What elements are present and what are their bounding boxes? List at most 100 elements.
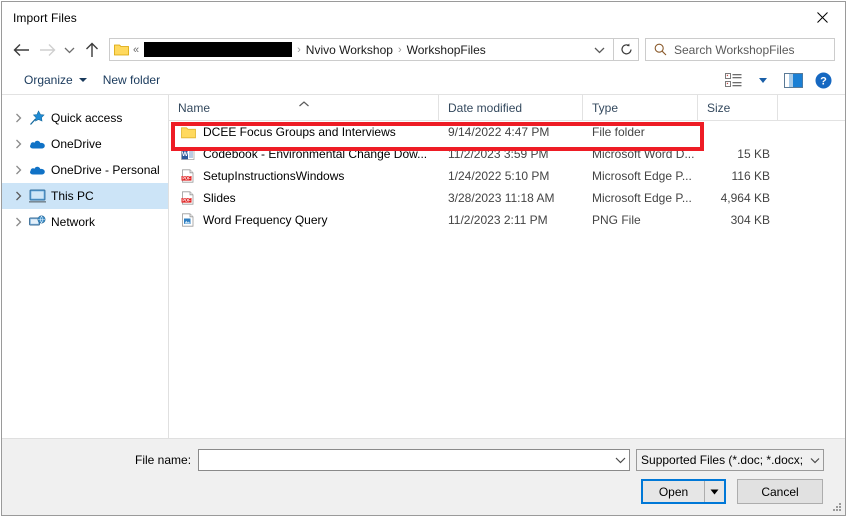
file-name-dropdown-button[interactable] (611, 456, 629, 464)
column-header-label: Name (178, 100, 211, 115)
column-header-name[interactable]: Name (169, 95, 439, 120)
organize-label: Organize (24, 73, 73, 87)
chevron-right-icon[interactable] (10, 113, 26, 123)
file-type-cell: Microsoft Edge P... (592, 169, 692, 183)
breadcrumb-overflow[interactable]: « (132, 44, 142, 56)
up-arrow-icon (86, 42, 98, 57)
close-button[interactable] (799, 2, 845, 32)
help-button[interactable]: ? (809, 68, 837, 92)
address-dropdown-button[interactable] (586, 46, 613, 54)
file-type-cell: Microsoft Edge P... (592, 191, 692, 205)
file-date-cell: 11/2/2023 2:11 PM (448, 213, 548, 227)
organize-button[interactable]: Organize (16, 70, 95, 90)
preview-pane-button[interactable] (779, 68, 807, 92)
folder-icon (114, 43, 129, 56)
file-name-label: Codebook - Environmental Change Dow... (203, 147, 428, 161)
file-name-cell: Word Frequency Query (169, 213, 439, 227)
file-type-filter-dropdown-icon (807, 457, 823, 464)
open-button[interactable]: Open (641, 479, 726, 504)
up-button[interactable] (79, 37, 105, 63)
file-type-cell: PNG File (592, 213, 641, 227)
chevron-right-icon[interactable] (10, 217, 26, 227)
resize-grip-icon[interactable] (832, 502, 842, 512)
file-name-label: File name: (135, 453, 192, 467)
png-image-icon (178, 213, 198, 227)
sidebar-item-quick-access[interactable]: Quick access (2, 105, 168, 131)
file-name-cell: DCEE Focus Groups and Interviews (169, 125, 439, 139)
navigation-sidebar: Quick access OneDrive OneDrive - Persona… (2, 95, 169, 438)
table-row[interactable]: PDF Slides 3/28/2023 11:18 AM Microsoft … (169, 187, 845, 209)
column-header-label: Size (707, 100, 731, 115)
address-bar[interactable]: « › Nvivo Workshop › WorkshopFiles (109, 38, 614, 61)
column-header-type[interactable]: Type (583, 95, 698, 120)
search-input[interactable]: Search WorkshopFiles (674, 43, 795, 57)
cancel-button-label: Cancel (761, 484, 799, 499)
file-name-cell: W Codebook - Environmental Change Dow... (169, 147, 439, 161)
sidebar-item-label: OneDrive (51, 137, 102, 151)
svg-text:PDF: PDF (182, 176, 191, 181)
file-date-cell: 11/2/2023 3:59 PM (448, 147, 549, 161)
breadcrumb-item-redacted[interactable] (144, 42, 293, 57)
refresh-icon (620, 43, 632, 55)
file-size-cell: 116 KB (731, 169, 770, 183)
table-row[interactable]: Word Frequency Query 11/2/2023 2:11 PM P… (169, 209, 845, 231)
sidebar-item-onedrive-personal[interactable]: OneDrive - Personal (2, 157, 168, 183)
column-headers: Name Date modified Type Size (169, 95, 845, 121)
import-files-dialog: Import Files « › Nvivo Workshop › Worksh… (1, 1, 846, 516)
back-button[interactable] (8, 37, 34, 63)
column-header-date-modified[interactable]: Date modified (439, 95, 583, 120)
caret-down-icon (710, 489, 719, 494)
pdf-file-icon: PDF (178, 169, 198, 183)
new-folder-label: New folder (102, 73, 161, 87)
file-name-label: Slides (203, 191, 236, 205)
cloud-icon (26, 138, 48, 150)
folder-icon (178, 126, 198, 139)
svg-text:?: ? (820, 75, 827, 87)
view-dropdown-button[interactable] (749, 68, 777, 92)
file-type-cell: Microsoft Word D... (592, 147, 695, 161)
breadcrumb-item-nvivo-workshop[interactable]: Nvivo Workshop (304, 43, 395, 57)
pdf-file-icon: PDF (178, 191, 198, 205)
chevron-down-icon (594, 47, 605, 53)
dialog-body: Quick access OneDrive OneDrive - Persona… (2, 94, 845, 438)
table-row[interactable]: PDF SetupInstructionsWindows 1/24/2022 5… (169, 165, 845, 187)
file-list-pane: Name Date modified Type Size DCEE Focus … (169, 95, 845, 438)
title-bar: Import Files (2, 2, 845, 33)
recent-locations-button[interactable] (60, 37, 79, 63)
table-row[interactable]: W Codebook - Environmental Change Dow...… (169, 143, 845, 165)
table-row[interactable]: DCEE Focus Groups and Interviews 9/14/20… (169, 121, 845, 143)
breadcrumb-item-workshopfiles[interactable]: WorkshopFiles (405, 43, 488, 57)
new-folder-button[interactable]: New folder (95, 70, 168, 90)
search-icon (654, 43, 667, 56)
file-name-label: DCEE Focus Groups and Interviews (203, 125, 396, 139)
chevron-right-icon[interactable] (10, 139, 26, 149)
help-icon: ? (815, 72, 831, 88)
change-view-button[interactable] (719, 68, 747, 92)
file-name-row: File name: Supported Files (*.doc; *.doc… (2, 439, 845, 471)
view-layout-icon (724, 72, 741, 87)
file-name-label: Word Frequency Query (203, 213, 328, 227)
sidebar-item-network[interactable]: Network (2, 209, 168, 235)
chevron-right-icon[interactable] (10, 165, 26, 175)
sidebar-item-label: Network (51, 215, 96, 229)
file-date-cell: 3/28/2023 11:18 AM (448, 191, 555, 205)
sidebar-item-onedrive[interactable]: OneDrive (2, 131, 168, 157)
search-box[interactable]: Search WorkshopFiles (645, 38, 835, 61)
open-dropdown-button[interactable] (705, 481, 724, 502)
star-pin-icon (26, 110, 48, 126)
chevron-right-icon[interactable] (10, 191, 26, 201)
cancel-button[interactable]: Cancel (737, 479, 823, 504)
column-header-label: Date modified (448, 100, 523, 115)
chevron-down-icon (759, 77, 767, 83)
cloud-icon (26, 164, 48, 176)
sidebar-item-label: OneDrive - Personal (51, 163, 160, 177)
file-type-filter-select[interactable]: Supported Files (*.doc; *.docx; (636, 449, 825, 471)
refresh-button[interactable] (614, 38, 639, 61)
column-header-size[interactable]: Size (698, 95, 778, 120)
file-size-cell: 15 KB (737, 147, 770, 161)
sidebar-item-this-pc[interactable]: This PC (2, 183, 168, 209)
file-type-cell: File folder (592, 125, 645, 139)
file-name-input[interactable] (198, 449, 631, 471)
back-arrow-icon (13, 43, 29, 56)
navigation-bar: « › Nvivo Workshop › WorkshopFiles Searc… (2, 33, 845, 66)
